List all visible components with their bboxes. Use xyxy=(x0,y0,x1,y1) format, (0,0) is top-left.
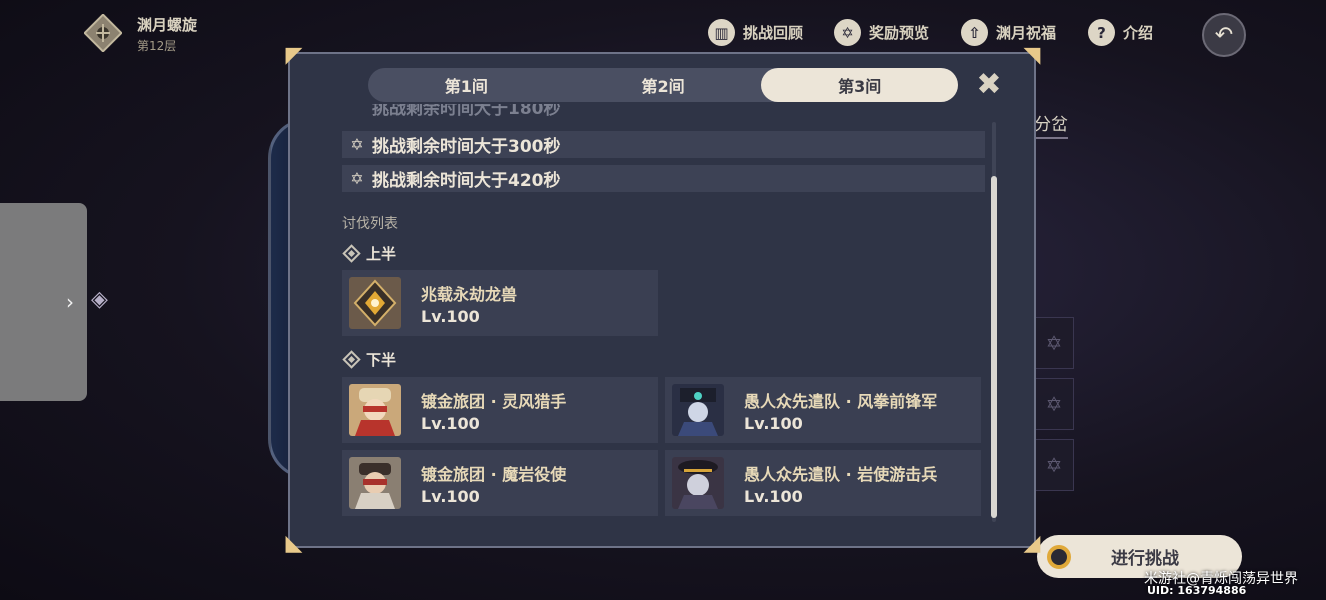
corner-ornament-icon: ◢ xyxy=(1023,531,1041,556)
challenge-review-label: 挑战回顾 xyxy=(743,24,804,42)
condition-text: 挑战剩余时间大于300秒 xyxy=(372,137,561,157)
half-label: 上半 xyxy=(366,245,397,263)
right-slot: ✡ xyxy=(1034,317,1074,369)
right-slot: ✡ xyxy=(1034,439,1074,491)
reward-preview-button[interactable]: ✡ 奖励预览 xyxy=(834,19,929,46)
enemy-level: Lv.100 xyxy=(744,486,803,506)
leyline-emblem-icon: ◈ xyxy=(91,287,108,312)
enemy-level: Lv.100 xyxy=(421,306,480,326)
tab-chamber-3[interactable]: 第3间 xyxy=(761,68,959,102)
geo-servant-portrait-icon xyxy=(349,457,401,509)
geo-skirmisher-portrait-icon xyxy=(672,457,724,509)
introduction-button[interactable]: ? 介绍 xyxy=(1088,19,1153,46)
enemy-name: 镀金旅团 · 灵风猎手 xyxy=(421,391,567,411)
tab-chamber-1[interactable]: 第1间 xyxy=(368,68,565,102)
help-icon: ? xyxy=(1088,19,1115,46)
second-half-heading: 下半 xyxy=(342,349,396,370)
star-icon: ✡ xyxy=(350,135,364,154)
diamond-icon xyxy=(342,244,361,263)
diamond-icon xyxy=(342,350,361,369)
blessing-label: 渊月祝福 xyxy=(996,24,1057,42)
book-icon: ▥ xyxy=(708,19,735,46)
first-half-heading: 上半 xyxy=(342,243,396,264)
star-icon: ✡ xyxy=(350,169,364,188)
back-button[interactable]: ↶ xyxy=(1202,13,1246,57)
scrollbar-thumb[interactable] xyxy=(991,176,997,518)
enemy-card[interactable]: 愚人众先遣队 · 岩使游击兵 Lv.100 xyxy=(665,450,981,516)
enemy-name: 镀金旅团 · 魔岩役使 xyxy=(421,464,567,484)
back-arrow-icon: ↶ xyxy=(1214,22,1234,48)
start-challenge-label: 进行挑战 xyxy=(1111,549,1179,569)
enemy-name: 兆载永劫龙兽 xyxy=(421,284,518,304)
challenge-ring-icon xyxy=(1047,544,1071,569)
enemy-card[interactable]: 兆载永劫龙兽 Lv.100 xyxy=(342,270,658,336)
condition-row: ✡ 挑战剩余时间大于300秒 xyxy=(342,131,985,158)
enemy-level: Lv.100 xyxy=(421,486,480,506)
condition-text: 挑战剩余时间大于420秒 xyxy=(372,171,561,191)
floor-title: 渊月螺旋 xyxy=(137,16,198,34)
tab-chamber-2[interactable]: 第2间 xyxy=(565,68,762,102)
enemy-level: Lv.100 xyxy=(421,413,480,433)
abyss-floor-emblem-icon xyxy=(84,14,122,52)
close-icon[interactable]: ✖ xyxy=(974,70,1004,100)
enemy-card[interactable]: 镀金旅团 · 魔岩役使 Lv.100 xyxy=(342,450,658,516)
wind-hunter-portrait-icon xyxy=(349,384,401,436)
half-label: 下半 xyxy=(366,351,397,369)
corner-ornament-icon: ◤ xyxy=(285,43,303,68)
enemy-card[interactable]: 愚人众先遣队 · 风拳前锋军 Lv.100 xyxy=(665,377,981,443)
upgrade-icon: ⇧ xyxy=(961,19,988,46)
condition-row-partial: 挑战剩余时间大于180秒 xyxy=(342,104,985,124)
corner-ornament-icon: ◥ xyxy=(1023,43,1041,68)
uid-label: UID: 163794886 xyxy=(1147,584,1247,597)
introduction-label: 介绍 xyxy=(1123,24,1154,42)
enemy-name: 愚人众先遣队 · 岩使游击兵 xyxy=(744,464,938,484)
enemy-card[interactable]: 镀金旅团 · 灵风猎手 Lv.100 xyxy=(342,377,658,443)
enemy-list-heading: 讨伐列表 xyxy=(342,216,398,232)
star-badge-icon: ✡ xyxy=(834,19,861,46)
right-slot: ✡ xyxy=(1034,378,1074,430)
condition-text: 挑战剩余时间大于180秒 xyxy=(372,104,561,119)
right-tab-branch[interactable]: 分岔 xyxy=(1034,110,1068,139)
chevron-right-icon[interactable]: › xyxy=(66,290,74,314)
chamber-tabs: 第1间 第2间 第3间 xyxy=(368,68,959,102)
dragon-boss-portrait-icon xyxy=(349,277,401,329)
challenge-review-button[interactable]: ▥ 挑战回顾 xyxy=(708,19,803,46)
enemy-level: Lv.100 xyxy=(744,413,803,433)
condition-row: ✡ 挑战剩余时间大于420秒 xyxy=(342,165,985,192)
anemo-vanguard-portrait-icon xyxy=(672,384,724,436)
enemy-name: 愚人众先遣队 · 风拳前锋军 xyxy=(744,391,938,411)
blessing-button[interactable]: ⇧ 渊月祝福 xyxy=(961,19,1056,46)
reward-preview-label: 奖励预览 xyxy=(869,24,930,42)
floor-number: 第12层 xyxy=(137,39,177,53)
corner-ornament-icon: ◣ xyxy=(285,531,303,556)
